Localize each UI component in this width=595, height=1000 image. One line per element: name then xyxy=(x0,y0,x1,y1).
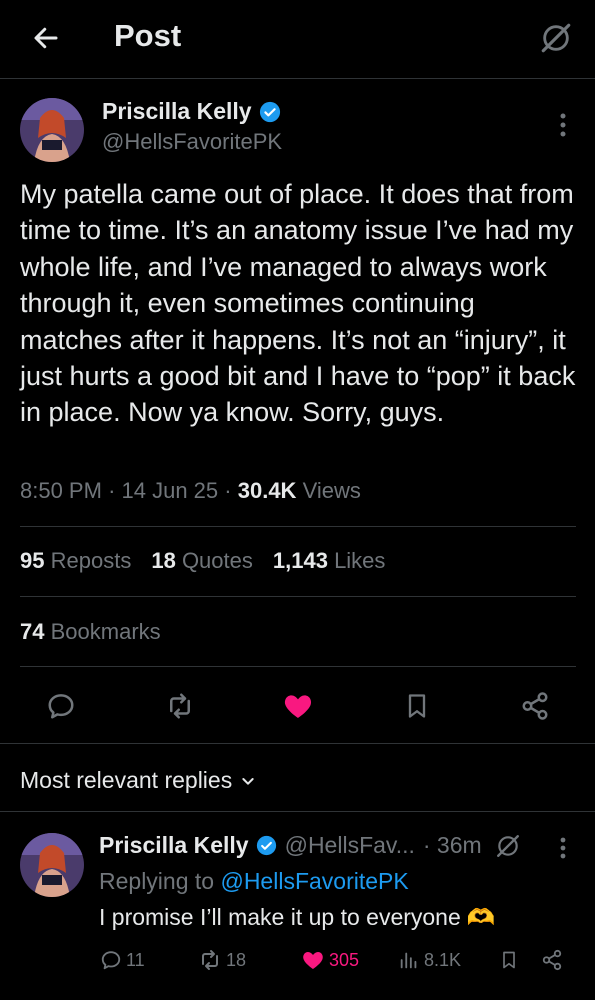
repost-icon xyxy=(202,950,218,970)
share-icon xyxy=(522,692,548,720)
verified-badge-icon xyxy=(256,835,277,856)
avatar-image xyxy=(20,833,84,897)
author-avatar[interactable] xyxy=(20,98,84,162)
reply-icon xyxy=(101,951,121,970)
reply-author-handle[interactable]: @HellsFav... xyxy=(285,832,415,859)
post-text: My patella came out of place. It does th… xyxy=(20,179,576,428)
reply-time: · 36m xyxy=(422,832,482,858)
more-vertical-icon xyxy=(560,837,566,859)
grok-button[interactable] xyxy=(536,18,576,58)
heart-filled-icon xyxy=(284,695,312,718)
avatar-image xyxy=(20,98,84,162)
divider xyxy=(20,666,576,667)
divider xyxy=(20,526,576,527)
reply-reply-button[interactable]: 11 xyxy=(100,947,145,973)
like-button[interactable] xyxy=(280,688,316,724)
post-meta: 8:50 PM · 14 Jun 25 · 30.4K Views xyxy=(20,478,361,503)
share-icon xyxy=(542,949,562,971)
author-name[interactable]: Priscilla Kelly xyxy=(102,98,252,125)
reply-icon xyxy=(48,694,74,719)
reply-grok-button[interactable] xyxy=(494,832,522,860)
bookmarks-stat[interactable]: 74 Bookmarks xyxy=(20,619,161,645)
reply-author-name[interactable]: Priscilla Kelly xyxy=(99,832,249,859)
reply-repost-button[interactable]: 18 xyxy=(198,947,246,973)
divider xyxy=(0,743,595,744)
arrow-left-icon xyxy=(34,27,58,49)
bookmark-icon xyxy=(408,694,426,718)
reply-text-row: I promise I’ll make it up to everyone 🫶 xyxy=(99,904,495,931)
replying-to-line: Replying to @HellsFavoritePK xyxy=(99,868,409,895)
reply-views-button[interactable]: 8.1K xyxy=(398,947,461,973)
replying-to-handle[interactable]: @HellsFavoritePK xyxy=(220,868,408,894)
more-vertical-icon xyxy=(560,113,566,137)
reposts-stat[interactable]: 95 Reposts xyxy=(20,548,131,574)
share-button[interactable] xyxy=(517,688,553,724)
back-button[interactable] xyxy=(28,20,64,56)
likes-stat[interactable]: 1,143 Likes xyxy=(273,548,386,574)
divider xyxy=(20,596,576,597)
repost-button[interactable] xyxy=(162,688,198,724)
reply-replies-count: 11 xyxy=(126,949,145,970)
reply-likes-count: 305 xyxy=(329,949,360,970)
views-count: 30.4K xyxy=(237,478,297,503)
verified-badge-icon xyxy=(259,101,281,123)
bookmark-icon xyxy=(503,951,515,969)
reply-header: Priscilla Kelly @HellsFav... · 36m xyxy=(99,832,482,859)
top-bar: Post xyxy=(0,0,595,79)
replies-sort-dropdown[interactable]: Most relevant replies xyxy=(20,767,256,794)
author-handle[interactable]: @HellsFavoritePK xyxy=(102,129,282,155)
author-name-row[interactable]: Priscilla Kelly xyxy=(102,98,281,125)
reply-more-options-button[interactable] xyxy=(552,834,574,862)
heart-filled-icon xyxy=(303,952,323,969)
engagement-stats: 95 Reposts 18 Quotes 1,143 Likes xyxy=(20,548,385,574)
grok-icon xyxy=(541,23,571,53)
bookmark-button[interactable] xyxy=(399,688,435,724)
reply-share-button[interactable] xyxy=(541,947,563,973)
post-date: 14 Jun 25 xyxy=(121,478,219,503)
views-label: Views xyxy=(302,478,361,503)
quotes-stat[interactable]: 18 Quotes xyxy=(151,548,253,574)
reply-like-button[interactable]: 305 xyxy=(301,947,359,973)
heart-hands-emoji-icon: 🫶 xyxy=(466,904,496,930)
post-time: 8:50 PM xyxy=(20,478,102,503)
reply-text: I promise I’ll make it up to everyone xyxy=(99,904,461,930)
reply-button[interactable] xyxy=(43,688,79,724)
reply-author-avatar[interactable] xyxy=(20,833,84,897)
views-chart-icon xyxy=(400,952,417,969)
chevron-down-icon xyxy=(242,777,254,785)
more-options-button[interactable] xyxy=(550,110,576,140)
repost-icon xyxy=(170,693,190,719)
reply-views-count: 8.1K xyxy=(424,949,462,970)
reply-reposts-count: 18 xyxy=(226,949,247,970)
replying-to-prefix: Replying to xyxy=(99,868,215,894)
replies-sort-label: Most relevant replies xyxy=(20,767,233,793)
divider xyxy=(0,811,595,812)
reply-bookmark-button[interactable] xyxy=(499,947,519,973)
grok-icon xyxy=(497,835,519,857)
page-title: Post xyxy=(114,18,182,53)
